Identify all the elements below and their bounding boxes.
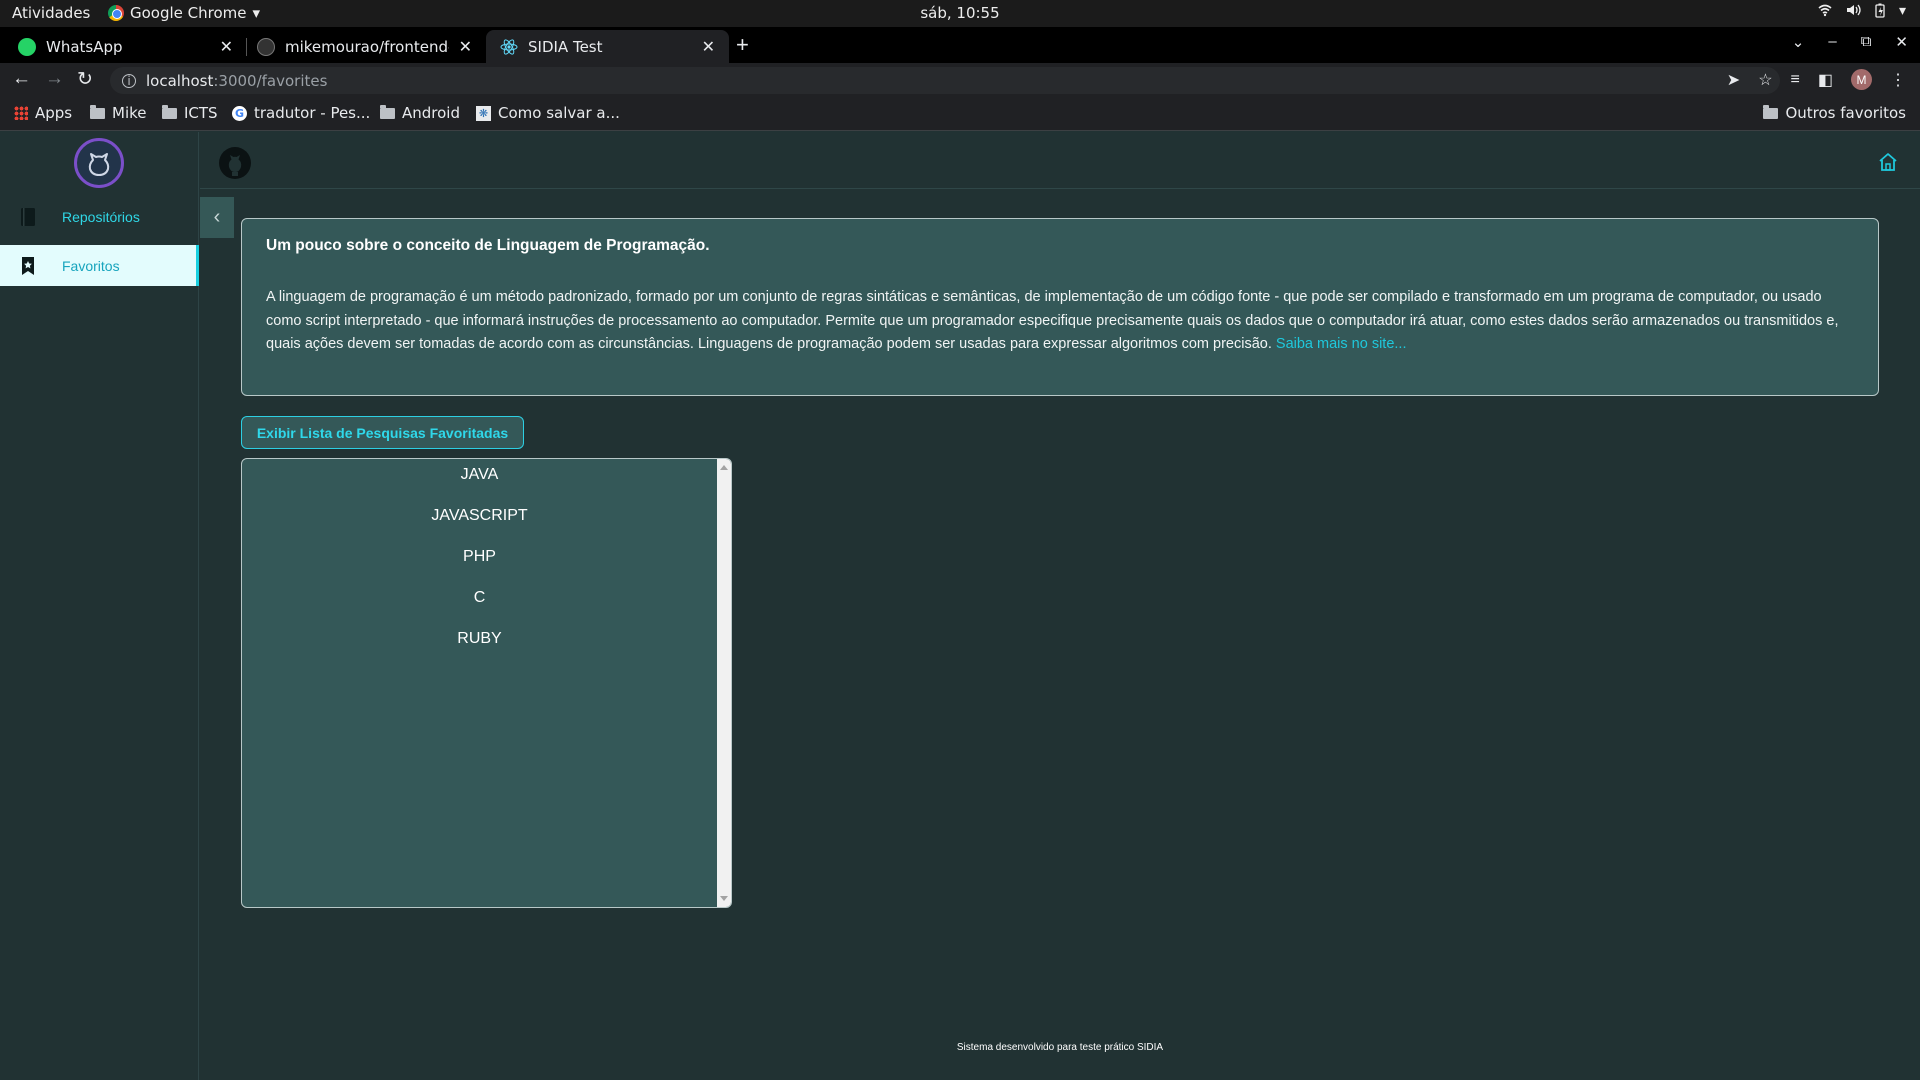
folder-icon: [162, 104, 177, 119]
bookmarks-bar: Apps Mike ICTS G tradutor - Pes... Andro…: [0, 97, 1920, 131]
window-controls: ⌄ – ⧉ ✕: [1792, 33, 1908, 51]
tab-sidia-test[interactable]: SIDIA Test ✕: [486, 30, 729, 63]
list-scrollbar[interactable]: [717, 459, 731, 907]
whatsapp-icon: [18, 37, 36, 56]
github-icon: [257, 37, 275, 56]
saiba-mais-link[interactable]: Saiba mais no site...: [1276, 336, 1407, 352]
tab-strip: WhatsApp ✕ mikemourao/frontend-re ✕ SIDI…: [0, 27, 1920, 63]
toolbar-actions: ➤ ☆ ≡ ◧ M ⋮: [1727, 69, 1906, 90]
bookmark-icts[interactable]: ICTS: [162, 104, 218, 122]
new-tab-button[interactable]: +: [736, 32, 749, 58]
scroll-down-icon[interactable]: [720, 896, 728, 901]
list-item[interactable]: JAVASCRIPT: [242, 504, 717, 545]
list-item[interactable]: C: [242, 586, 717, 627]
apps-grid-icon: [14, 106, 28, 120]
sidebar-item-label: Repositórios: [62, 208, 140, 225]
address-bar[interactable]: i localhost:3000/favorites: [110, 67, 1780, 94]
bookmark-star-icon: [20, 256, 38, 279]
bookmark-como-salvar[interactable]: ❋ Como salvar a...: [476, 104, 620, 122]
clock[interactable]: sáb, 10:55: [0, 4, 1920, 22]
restore-icon[interactable]: ⧉: [1861, 33, 1872, 51]
sidebar-item-repositorios[interactable]: Repositórios: [0, 196, 199, 237]
wifi-icon: [1818, 3, 1832, 22]
url-path: :3000/favorites: [213, 71, 328, 90]
back-icon[interactable]: ←: [12, 68, 31, 90]
close-icon[interactable]: ✕: [702, 37, 715, 56]
os-top-bar: Atividades Google Chrome ▾ sáb, 10:55 ▾: [0, 0, 1920, 27]
side-panel-icon[interactable]: ◧: [1818, 70, 1833, 90]
google-icon: G: [232, 105, 247, 121]
tab-title: WhatsApp: [46, 37, 123, 56]
page-header: [200, 132, 1920, 189]
book-icon: [20, 207, 38, 230]
minimize-icon[interactable]: –: [1828, 33, 1836, 51]
tab-search-icon[interactable]: ⌄: [1792, 33, 1805, 51]
system-tray[interactable]: ▾: [1818, 3, 1906, 22]
tab-github[interactable]: mikemourao/frontend-re ✕: [243, 30, 486, 63]
browser-toolbar: ← → ↻ i localhost:3000/favorites: [0, 63, 1920, 97]
info-card-title: Um pouco sobre o conceito de Linguagem d…: [266, 237, 710, 254]
send-icon[interactable]: ➤: [1727, 70, 1740, 90]
list-item[interactable]: PHP: [242, 545, 717, 586]
bookmark-outros-favoritos[interactable]: Outros favoritos: [1763, 104, 1906, 122]
github-logo-avatar[interactable]: [74, 138, 124, 188]
show-favorites-button[interactable]: Exibir Lista de Pesquisas Favoritadas: [241, 416, 524, 449]
close-window-icon[interactable]: ✕: [1895, 33, 1908, 51]
reading-list-icon[interactable]: ≡: [1791, 71, 1800, 89]
tray-chevron-icon: ▾: [1898, 3, 1906, 19]
site-info-icon[interactable]: i: [122, 73, 136, 88]
star-icon[interactable]: ☆: [1758, 70, 1772, 90]
sidebar: Repositórios Favoritos: [0, 132, 199, 1080]
reload-icon[interactable]: ↻: [77, 68, 93, 91]
folder-icon: [90, 104, 105, 119]
volume-icon: [1846, 3, 1861, 22]
scroll-up-icon[interactable]: [720, 465, 728, 470]
info-card: Um pouco sobre o conceito de Linguagem d…: [241, 218, 1879, 396]
more-menu-icon[interactable]: ⋮: [1890, 70, 1906, 90]
list-item[interactable]: JAVA: [242, 463, 717, 504]
info-card-text: A linguagem de programação é um método p…: [266, 289, 1839, 352]
bookmark-apps[interactable]: Apps: [14, 104, 72, 122]
tab-title: mikemourao/frontend-re: [285, 37, 449, 56]
profile-avatar[interactable]: M: [1851, 69, 1872, 90]
tab-whatsapp[interactable]: WhatsApp ✕: [4, 30, 247, 63]
close-icon[interactable]: ✕: [459, 37, 472, 56]
github-octocat-icon: [88, 153, 110, 176]
bookmark-android[interactable]: Android: [380, 104, 460, 122]
favorites-items: JAVA JAVASCRIPT PHP C RUBY: [242, 463, 717, 668]
site-favicon-icon: ❋: [476, 105, 491, 121]
sidebar-item-label: Favoritos: [62, 257, 120, 274]
react-icon: [500, 38, 518, 56]
list-item[interactable]: RUBY: [242, 627, 717, 668]
folder-icon: [380, 104, 395, 119]
tab-title: SIDIA Test: [528, 37, 603, 56]
sidebar-item-favoritos[interactable]: Favoritos: [0, 245, 199, 286]
chevron-left-icon: ‹: [213, 206, 221, 228]
collapse-sidebar-button[interactable]: ‹: [200, 197, 234, 238]
battery-icon: [1875, 3, 1885, 22]
bookmark-mike[interactable]: Mike: [90, 104, 147, 122]
page-footer: Sistema desenvolvido para teste prático …: [956, 1042, 1164, 1053]
forward-icon[interactable]: →: [45, 68, 64, 90]
url-host: localhost: [146, 71, 214, 90]
github-mark-icon[interactable]: [219, 147, 251, 184]
web-page: Repositórios Favoritos ‹ Um pouco sobre …: [0, 132, 1920, 1080]
folder-icon: [1763, 104, 1779, 119]
close-icon[interactable]: ✕: [220, 37, 233, 56]
bookmark-tradutor[interactable]: G tradutor - Pes...: [232, 104, 370, 122]
home-icon[interactable]: [1878, 152, 1898, 177]
favorites-list[interactable]: JAVA JAVASCRIPT PHP C RUBY: [241, 458, 732, 908]
info-card-body: A linguagem de programação é um método p…: [266, 286, 1854, 357]
